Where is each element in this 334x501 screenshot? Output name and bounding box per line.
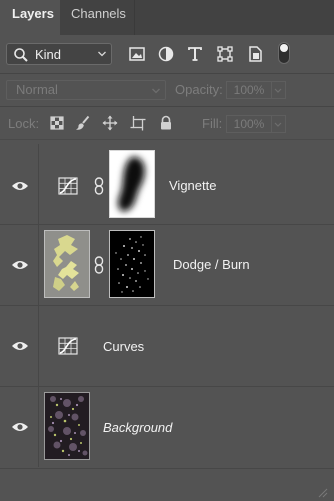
layer-row-curves[interactable]: Curves <box>0 306 334 386</box>
fill-dropdown-button[interactable] <box>272 115 286 133</box>
eye-visibility-icon[interactable] <box>11 180 29 192</box>
blend-mode-select[interactable]: Normal <box>6 80 166 100</box>
opacity-field[interactable]: 100% <box>226 81 272 99</box>
layer-name[interactable]: Curves <box>103 339 144 354</box>
tab-channels[interactable]: Channels <box>60 0 135 35</box>
layer-thumbnail[interactable] <box>44 392 90 460</box>
blend-mode-value: Normal <box>16 82 58 97</box>
shape-filter-icon[interactable] <box>216 45 234 63</box>
lock-image-pixels-icon[interactable] <box>75 115 91 131</box>
filter-toggle-switch[interactable] <box>278 42 290 64</box>
dodge-burn-mask-image <box>110 231 154 297</box>
visibility-column-divider <box>38 225 39 305</box>
lock-all-icon[interactable] <box>158 115 174 131</box>
layer-row-background[interactable]: Background <box>0 387 334 467</box>
mask-link-icon[interactable] <box>94 177 104 195</box>
chevron-down-icon <box>152 88 160 94</box>
background-photo-thumbnail <box>45 393 89 459</box>
lock-options-row: Lock: Fill: 100% <box>0 107 334 139</box>
visibility-column-divider <box>38 306 39 386</box>
panel-footer <box>0 468 334 501</box>
opacity-dropdown-button[interactable] <box>272 81 286 99</box>
tab-layers[interactable]: Layers <box>0 0 60 35</box>
vignette-mask-image <box>110 151 154 217</box>
eye-visibility-icon[interactable] <box>11 421 29 433</box>
opacity-label: Opacity: <box>175 82 223 97</box>
mask-link-icon[interactable] <box>94 256 104 274</box>
blend-options-row: Normal Opacity: 100% <box>0 74 334 106</box>
filter-kind-label: Kind <box>35 47 62 62</box>
layer-filter-row: Kind <box>0 35 334 73</box>
layer-mask-thumbnail[interactable] <box>109 150 155 218</box>
layer-mask-thumbnail[interactable] <box>109 230 155 298</box>
curves-adjustment-icon <box>58 177 78 195</box>
layer-name[interactable]: Background <box>103 420 172 435</box>
fill-field[interactable]: 100% <box>226 115 272 133</box>
divider <box>0 139 334 140</box>
layer-row-vignette[interactable]: Vignette <box>0 144 334 224</box>
layer-name[interactable]: Dodge / Burn <box>173 257 250 272</box>
layers-list: Vignette Dodge / Burn Curves Background <box>0 142 334 468</box>
lock-artboard-icon[interactable] <box>130 115 146 131</box>
lock-label: Lock: <box>8 116 40 131</box>
panel-resize-grip-icon[interactable] <box>316 486 328 498</box>
layer-name[interactable]: Vignette <box>169 178 216 193</box>
eye-visibility-icon[interactable] <box>11 259 29 271</box>
adjustment-filter-icon[interactable] <box>157 45 175 63</box>
filter-kind-select[interactable]: Kind <box>6 43 112 65</box>
chevron-down-icon <box>274 88 282 93</box>
lock-transparent-pixels-icon[interactable] <box>49 115 65 131</box>
lock-position-icon[interactable] <box>102 115 118 131</box>
layers-panel: Layers Channels Kind Normal Opacity: 100… <box>0 0 334 501</box>
eye-visibility-icon[interactable] <box>11 340 29 352</box>
dodge-burn-thumbnail-image <box>45 231 89 297</box>
layer-row-dodge-burn[interactable]: Dodge / Burn <box>0 225 334 305</box>
chevron-down-icon <box>98 51 106 57</box>
layer-thumbnail[interactable] <box>44 230 90 298</box>
smart-object-filter-icon[interactable] <box>246 45 264 63</box>
type-filter-icon[interactable] <box>186 45 204 63</box>
chevron-down-icon <box>274 122 282 127</box>
fill-label: Fill: <box>202 116 223 131</box>
visibility-column-divider <box>38 387 39 467</box>
panel-tab-bar: Layers Channels <box>0 0 334 35</box>
curves-adjustment-icon <box>58 337 78 355</box>
toggle-knob <box>280 44 288 52</box>
image-filter-icon[interactable] <box>128 45 146 63</box>
search-icon <box>14 48 28 62</box>
visibility-column-divider <box>38 144 39 224</box>
